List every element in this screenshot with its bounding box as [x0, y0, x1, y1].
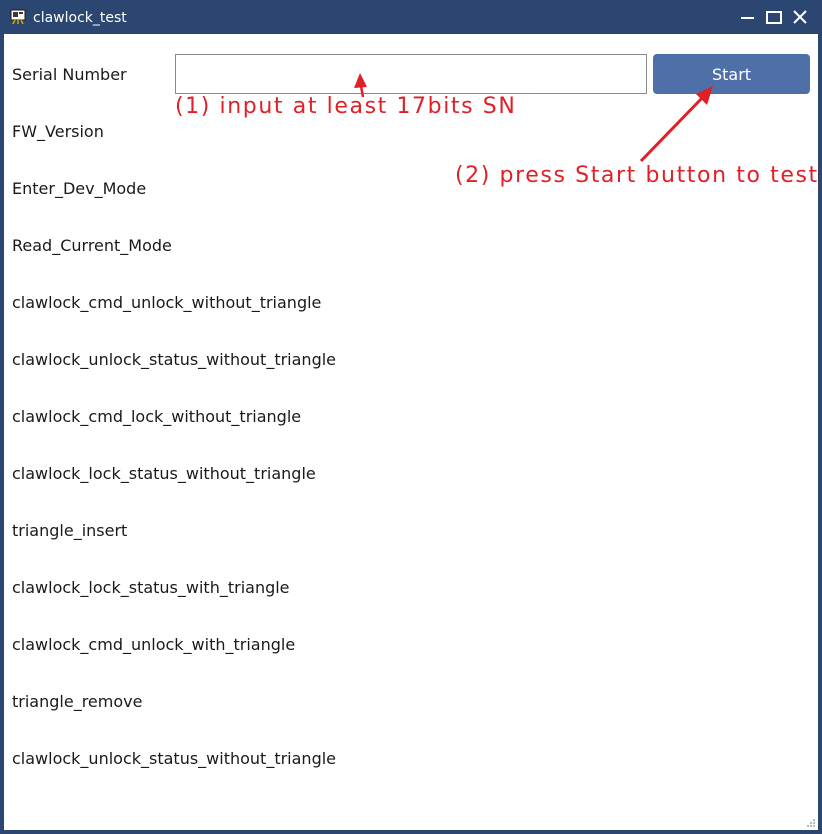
test-item-cmd-unlock-without-triangle: clawlock_cmd_unlock_without_triangle — [12, 293, 322, 312]
resize-grip-icon[interactable] — [806, 818, 816, 828]
minimize-icon[interactable] — [738, 8, 758, 28]
serial-number-input[interactable] — [175, 54, 647, 94]
serial-number-label: Serial Number — [12, 65, 127, 84]
annotation-step-1: (1) input at least 17bits SN — [175, 94, 517, 119]
test-item-lock-status-without-triangle: clawlock_lock_status_without_triangle — [12, 464, 316, 483]
test-item-lock-status-with-triangle: clawlock_lock_status_with_triangle — [12, 578, 290, 597]
test-item-unlock-status-without-triangle: clawlock_unlock_status_without_triangle — [12, 350, 337, 369]
test-item-cmd-unlock-with-triangle: clawlock_cmd_unlock_with_triangle — [12, 635, 296, 654]
maximize-icon[interactable] — [764, 8, 784, 28]
window-title: clawlock_test — [33, 10, 127, 26]
title-bar[interactable]: clawlock_test — [0, 0, 822, 34]
test-item-unlock-status-without-triangle-2: clawlock_unlock_status_without_triangle — [12, 749, 337, 768]
test-item-read-current-mode: Read_Current_Mode — [12, 236, 172, 255]
start-button[interactable]: Start — [653, 54, 810, 94]
annotation-step-2: (2) press Start button to test — [455, 163, 819, 188]
app-icon — [10, 9, 26, 25]
test-item-triangle-remove: triangle_remove — [12, 692, 143, 711]
app-window: clawlock_test Serial Number Start FW_Ver… — [0, 0, 822, 834]
arrow-to-start-button — [639, 86, 713, 163]
test-item-cmd-lock-without-triangle: clawlock_cmd_lock_without_triangle — [12, 407, 302, 426]
test-item-enter-dev-mode: Enter_Dev_Mode — [12, 179, 147, 198]
client-area: Serial Number Start FW_Version Enter_Dev… — [4, 34, 818, 830]
test-item-fw-version: FW_Version — [12, 122, 104, 141]
close-icon[interactable] — [790, 8, 810, 28]
test-item-triangle-insert: triangle_insert — [12, 521, 128, 540]
